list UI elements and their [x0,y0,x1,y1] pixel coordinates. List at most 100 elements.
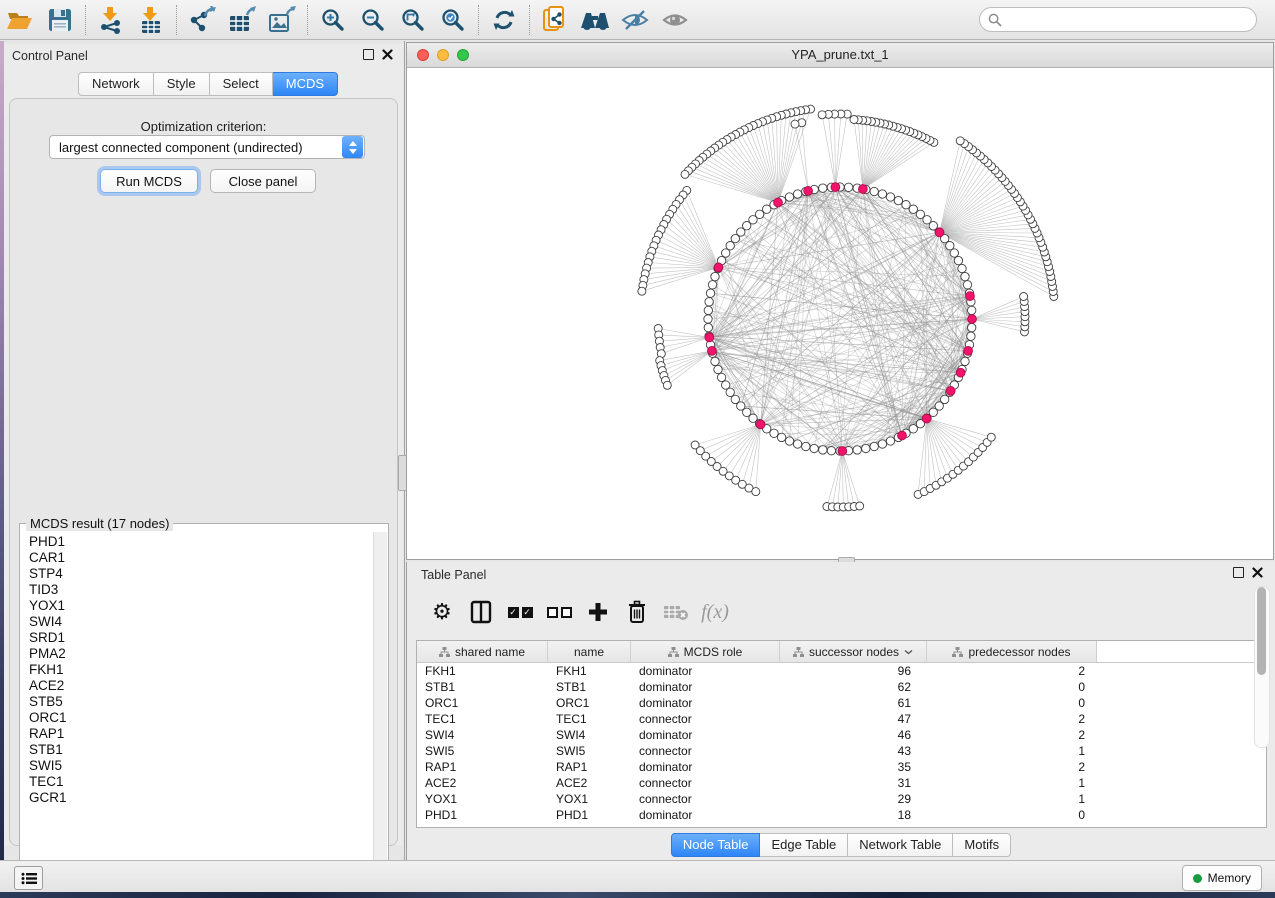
cell-role: connector [631,743,780,759]
tab-network[interactable]: Network [78,72,154,96]
select-all-button[interactable]: ✓✓ [505,597,535,627]
mcds-result-item[interactable]: FKH1 [21,662,372,678]
tab-motifs[interactable]: Motifs [953,833,1011,857]
column-header-MCDS-role[interactable]: MCDS role [631,641,780,662]
table-row[interactable]: ACE2ACE2connector311 [417,775,1266,791]
network-canvas[interactable] [407,67,1273,559]
zoom-fit-button[interactable] [393,3,433,37]
tab-node-table[interactable]: Node Table [671,833,761,857]
cell-predecessors: 0 [927,807,1097,823]
cell-name: TEC1 [548,711,631,727]
memory-button[interactable]: Memory [1182,865,1262,891]
table-scrollbar[interactable] [1254,586,1270,748]
zoom-out-button[interactable] [353,3,393,37]
share-document-button[interactable] [535,3,575,37]
import-table-button[interactable] [131,3,171,37]
table-settings-button[interactable]: ⚙ [427,597,457,627]
global-search-box[interactable] [979,7,1257,32]
cell-role: connector [631,775,780,791]
import-table-icon [137,6,165,34]
delete-table-button[interactable] [661,597,691,627]
mcds-result-item[interactable]: SWI5 [21,758,372,774]
mcds-result-item[interactable]: TID3 [21,582,372,598]
mcds-result-item[interactable]: SWI4 [21,614,372,630]
cell-predecessors: 2 [927,663,1097,679]
table-scrollbar-thumb[interactable] [1257,587,1266,675]
table-row[interactable]: TEC1TEC1connector472 [417,711,1266,727]
close-panel-icon[interactable] [1252,567,1263,578]
export-table-button[interactable] [222,3,262,37]
column-header-name[interactable]: name [548,641,631,662]
mcds-result-item[interactable]: PMA2 [21,646,372,662]
main-toolbar [0,0,1275,40]
refresh-button[interactable] [484,3,524,37]
table-row[interactable]: PHD1PHD1dominator180 [417,807,1266,823]
float-panel-icon[interactable] [1233,567,1244,578]
function-builder-button[interactable]: f(x) [700,597,730,627]
tab-network-table[interactable]: Network Table [848,833,953,857]
mcds-result-group: MCDS result (17 nodes) PHD1CAR1STP4TID3Y… [19,523,389,895]
zoom-in-button[interactable] [313,3,353,37]
mcds-result-item[interactable]: SRD1 [21,630,372,646]
mcds-result-item[interactable]: YOX1 [21,598,372,614]
memory-status-icon [1193,874,1202,883]
import-network-button[interactable] [91,3,131,37]
column-header-shared-name[interactable]: shared name [417,641,548,662]
mcds-result-item[interactable]: RAP1 [21,726,372,742]
mcds-result-list[interactable]: PHD1CAR1STP4TID3YOX1SWI4SRD1PMA2FKH1ACE2… [21,534,372,892]
export-image-button[interactable] [262,3,302,37]
table-row[interactable]: RAP1RAP1dominator352 [417,759,1266,775]
show-task-history-button[interactable] [14,866,43,890]
table-row[interactable]: SWI4SWI4dominator462 [417,727,1266,743]
table-row[interactable]: STB1STB1dominator620 [417,679,1266,695]
search-network-button[interactable] [575,3,615,37]
criterion-selected-value: largest connected component (undirected) [50,140,342,155]
mcds-result-item[interactable]: STP4 [21,566,372,582]
table-row[interactable]: SWI5SWI5connector431 [417,743,1266,759]
save-button[interactable] [40,3,80,37]
mcds-result-item[interactable]: CAR1 [21,550,372,566]
maximize-window-icon[interactable] [457,49,469,61]
mcds-result-item[interactable]: GCR1 [21,790,372,806]
cell-name: FKH1 [548,663,631,679]
minimize-window-icon[interactable] [437,49,449,61]
network-window-titlebar[interactable]: YPA_prune.txt_1 [407,43,1273,68]
table-row[interactable]: ORC1ORC1dominator610 [417,695,1266,711]
column-header-successor-nodes[interactable]: successor nodes [780,641,927,662]
open-file-button[interactable] [0,3,40,37]
hide-selected-button[interactable] [615,3,655,37]
table-row[interactable]: YOX1YOX1connector291 [417,791,1266,807]
share-document-icon [541,5,569,35]
cell-shared_name: FKH1 [417,663,548,679]
close-panel-button[interactable]: Close panel [210,169,316,193]
tab-mcds[interactable]: MCDS [273,72,338,96]
table-row[interactable]: FKH1FKH1dominator962 [417,663,1266,679]
mcds-result-item[interactable]: ACE2 [21,678,372,694]
delete-column-button[interactable] [622,597,652,627]
mcds-result-item[interactable]: PHD1 [21,534,372,550]
mcds-list-scrollbar[interactable] [373,532,387,892]
column-label: successor nodes [809,645,899,659]
search-input[interactable] [1006,9,1256,31]
tab-edge-table[interactable]: Edge Table [760,833,848,857]
close-window-icon[interactable] [417,49,429,61]
mcds-result-item[interactable]: STB5 [21,694,372,710]
cell-successors: 18 [780,807,927,823]
mcds-result-item[interactable]: TEC1 [21,774,372,790]
split-view-button[interactable] [466,597,496,627]
tab-select[interactable]: Select [210,72,273,96]
float-panel-icon[interactable] [363,49,374,60]
close-panel-icon[interactable] [382,49,393,60]
tab-style[interactable]: Style [154,72,210,96]
export-network-button[interactable] [182,3,222,37]
add-column-button[interactable] [583,597,613,627]
mcds-result-item[interactable]: ORC1 [21,710,372,726]
show-all-button[interactable] [655,3,695,37]
zoom-selected-button[interactable] [433,3,473,37]
mcds-result-item[interactable]: STB1 [21,742,372,758]
column-header-predecessor-nodes[interactable]: predecessor nodes [927,641,1097,662]
run-mcds-button[interactable]: Run MCDS [100,169,198,193]
optimization-criterion-select[interactable]: largest connected component (undirected) [49,135,365,159]
deselect-all-button[interactable] [544,597,574,627]
cell-successors: 62 [780,679,927,695]
